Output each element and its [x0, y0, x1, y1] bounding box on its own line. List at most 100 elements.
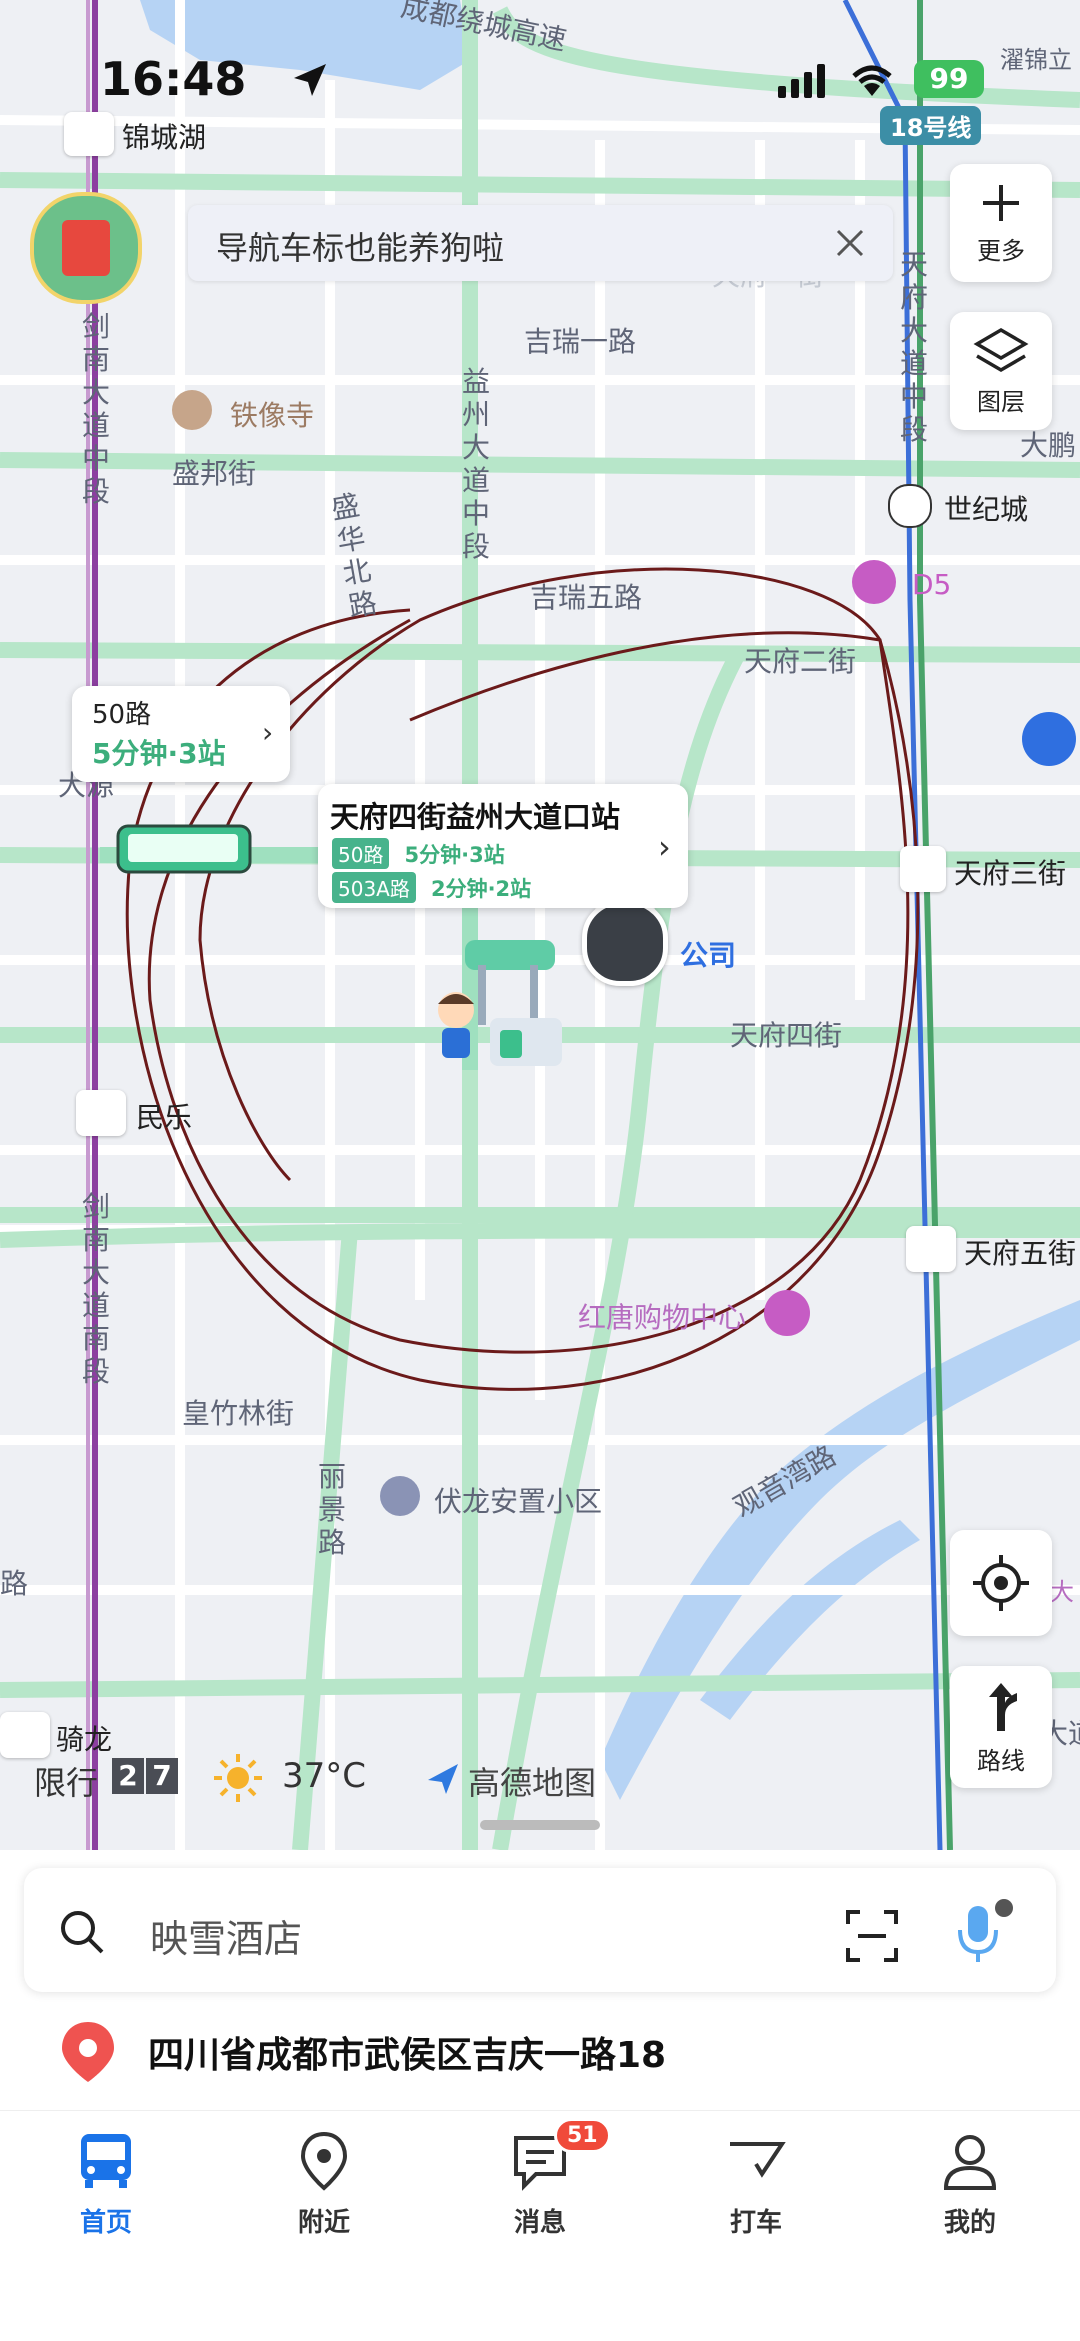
road-label-jiannan-mid: 剑南大道中段 [81, 310, 110, 508]
search-bar[interactable]: 映雪酒店 [24, 1868, 1056, 1992]
map-view[interactable]: 成都绕城高速 18号线 锦城湖 濯锦立 天府一街 剑南大道中段 吉瑞一路 益州大… [0, 0, 1080, 1850]
poi-label-hongtang: 红唐购物中心 [578, 1301, 747, 1334]
tab-label: 打车 [729, 2208, 782, 2238]
shopping-icon [852, 560, 896, 604]
road-label-tianfu-4: 天府四街 [730, 1019, 843, 1052]
restriction-label: 限行 [34, 1764, 99, 1802]
government-icon [1022, 712, 1076, 766]
taxi-flag-icon [730, 2142, 786, 2178]
company-label: 公司 [680, 939, 737, 972]
promo-banner[interactable]: 导航车标也能养狗啦 [188, 205, 893, 281]
message-badge: 51 [554, 2118, 611, 2153]
map-label: 路 [0, 1567, 29, 1600]
tab-label: 消息 [513, 2208, 566, 2238]
tab-label: 首页 [79, 2208, 132, 2238]
line-tag: 50路 [332, 838, 390, 869]
road-label-jirui-5: 吉瑞五路 [530, 581, 643, 614]
plus-icon [983, 184, 1019, 221]
red-packet-avatar[interactable] [30, 192, 142, 304]
layers-icon [973, 327, 1029, 372]
metro-station-icon [76, 1090, 126, 1136]
voice-mic-icon[interactable] [954, 1898, 1014, 1968]
tab-nearby[interactable]: 附近 [264, 2130, 384, 2239]
wifi-icon [852, 65, 892, 96]
road-label-huangzhulin: 皇竹林街 [182, 1397, 295, 1430]
tab-taxi[interactable]: 打车 [696, 2130, 816, 2239]
restriction-digit: 7 [146, 1758, 178, 1794]
station-label-tianfu-3: 天府三街 [954, 857, 1067, 890]
tab-label: 我的 [943, 2208, 996, 2238]
temperature-label: 37°C [282, 1756, 367, 1796]
subway-transfer-icon [888, 484, 932, 528]
search-icon [61, 1911, 104, 1954]
more-button[interactable]: 更多 [950, 164, 1052, 282]
route-arrow-icon [989, 1682, 1017, 1731]
bus-icon [81, 2134, 131, 2188]
amap-logo-icon [428, 1764, 458, 1794]
metro-station-icon [906, 1226, 956, 1272]
bus-eta-popup[interactable]: 50路 5分钟·3站 › [72, 686, 290, 782]
stop-name: 天府四街益州大道口站 [330, 800, 621, 834]
station-label-minle: 民乐 [136, 1101, 193, 1134]
drag-handle[interactable] [480, 1820, 600, 1830]
map-label: 大 [1050, 1578, 1074, 1606]
status-bar: 16:48 99 [0, 0, 1080, 130]
road-label-jirui-1: 吉瑞一路 [524, 325, 637, 358]
road-label-jiannan-south: 剑南大道南段 [81, 1190, 110, 1388]
station-label-qilong: 骑龙 [56, 1723, 113, 1756]
road-label-shengbang: 盛邦街 [172, 457, 257, 490]
search-input[interactable]: 映雪酒店 [150, 1908, 302, 1963]
chevron-right-icon: › [262, 716, 274, 749]
road-label-yizhou: 益州大道中段 [461, 365, 490, 563]
red-envelope-icon [62, 220, 110, 276]
poi-label-fulong: 伏龙安置小区 [434, 1485, 603, 1518]
map-label: 大鹏 [1020, 429, 1077, 462]
line-tag: 503A路 [332, 872, 416, 903]
residential-icon [380, 1476, 420, 1516]
bus-stop-popup[interactable]: 天府四街益州大道口站 50路 5分钟·3站 503A路 2分钟·2站 › [318, 784, 688, 908]
road-label-lijing: 丽景路 [317, 1460, 346, 1559]
chevron-right-icon: › [658, 828, 671, 866]
bus-eta-label: 5分钟·3站 [92, 737, 226, 770]
scan-icon[interactable] [844, 1908, 900, 1964]
metro-station-icon [0, 1712, 50, 1758]
sun-icon [214, 1754, 262, 1802]
crosshair-icon [973, 1555, 1029, 1611]
brand-label: 高德地图 [468, 1764, 597, 1802]
more-label: 更多 [977, 236, 1025, 265]
battery-indicator: 99 [914, 60, 984, 98]
signal-icon [778, 64, 825, 98]
user-icon [943, 2135, 997, 2190]
temple-icon [172, 390, 212, 430]
tab-profile[interactable]: 我的 [910, 2130, 1030, 2239]
poi-label-d5: D5 [912, 568, 952, 601]
route-button[interactable]: 路线 [950, 1666, 1052, 1788]
tab-home[interactable]: 首页 [46, 2130, 166, 2239]
metro-station-icon [900, 846, 946, 892]
layers-label: 图层 [977, 387, 1025, 416]
layers-button[interactable]: 图层 [950, 312, 1052, 430]
banner-text: 导航车标也能养狗啦 [216, 229, 505, 267]
stop-line-row: 50路 5分钟·3站 [332, 838, 505, 869]
bus-route-label: 50路 [92, 700, 152, 730]
current-address[interactable]: 四川省成都市武侯区吉庆一路18 [148, 2026, 666, 2078]
locate-button[interactable] [950, 1530, 1052, 1636]
location-pin-icon [62, 2022, 114, 2082]
shopping-icon [764, 1290, 810, 1336]
line-eta: 2分钟·2站 [430, 877, 532, 901]
route-label: 路线 [977, 1746, 1025, 1775]
nearby-pin-icon [300, 2131, 348, 2191]
restriction-digit: 2 [112, 1758, 144, 1794]
station-label-shijicheng: 世纪城 [944, 493, 1029, 526]
tab-messages[interactable]: 消息 51 [480, 2118, 611, 2239]
station-label-tianfu-5: 天府五街 [964, 1237, 1077, 1270]
status-time: 16:48 [100, 52, 247, 106]
line-eta: 5分钟·3站 [404, 843, 505, 867]
close-icon[interactable] [834, 227, 866, 259]
company-marker[interactable] [582, 900, 668, 986]
road-label-tianfu-dadao: 天府大道中段 [899, 248, 928, 446]
poi-label-tiexiang: 铁像寺 [230, 399, 315, 432]
road-label-tianfu-2: 天府二街 [744, 645, 857, 678]
tab-label: 附近 [297, 2208, 350, 2238]
stop-line-row: 503A路 2分钟·2站 [332, 872, 531, 903]
